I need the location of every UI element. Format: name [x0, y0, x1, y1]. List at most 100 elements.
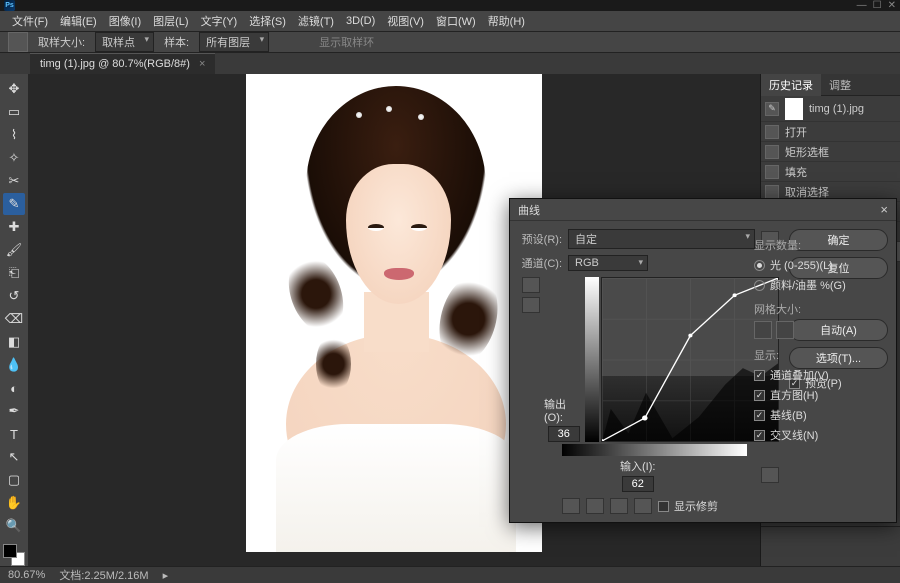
path-tool-icon[interactable]: ↖ — [3, 446, 25, 468]
channel-dropdown[interactable]: RGB — [568, 255, 648, 271]
history-step[interactable]: 填充 — [761, 162, 900, 182]
eraser-tool-icon[interactable]: ⌫ — [3, 308, 25, 330]
menu-select[interactable]: 选择(S) — [243, 11, 292, 31]
grid-4x4-icon[interactable] — [754, 321, 772, 339]
curve-draw-tool-icon[interactable] — [522, 297, 540, 313]
heal-tool-icon[interactable]: ✚ — [3, 216, 25, 238]
input-label: 输入(I): — [620, 458, 655, 474]
crop-tool-icon[interactable]: ✂ — [3, 170, 25, 192]
curve-point-tool-icon[interactable] — [522, 277, 540, 293]
menu-view[interactable]: 视图(V) — [381, 11, 430, 31]
brush-icon: ✎ — [765, 102, 779, 116]
foreground-color-swatch[interactable] — [3, 544, 17, 558]
black-point-eyedropper-icon[interactable] — [586, 498, 604, 514]
history-step[interactable]: 打开 — [761, 122, 900, 142]
eyedropper-tool-icon[interactable]: ✎ — [3, 193, 25, 215]
step-icon — [765, 165, 779, 179]
sample-label: 样本: — [164, 34, 189, 50]
history-tab[interactable]: 历史记录 — [761, 74, 821, 96]
preset-label: 预设(R): — [518, 231, 562, 247]
wand-tool-icon[interactable]: ✧ — [3, 147, 25, 169]
show-sampling-ring[interactable]: 显示取样环 — [319, 34, 374, 50]
zoom-tool-icon[interactable]: 🔍 — [3, 515, 25, 537]
tool-preset-icon[interactable] — [8, 32, 28, 52]
dodge-tool-icon[interactable]: ◐ — [3, 377, 25, 399]
app-logo: Ps — [4, 0, 15, 11]
menu-edit[interactable]: 编辑(E) — [54, 11, 103, 31]
display-amount-label: 显示数量: — [754, 237, 856, 253]
options-bar: 取样大小: 取样点 样本: 所有图层 显示取样环 — [0, 31, 900, 52]
menu-image[interactable]: 图像(I) — [103, 11, 147, 31]
preset-dropdown[interactable]: 自定 — [568, 229, 755, 249]
grid-size-label: 网格大小: — [754, 301, 856, 317]
doc-info: 文档:2.25M/2.16M — [59, 567, 148, 583]
status-caret-icon[interactable]: ▸ — [163, 569, 169, 582]
blur-tool-icon[interactable]: 💧 — [3, 354, 25, 376]
output-label: 输出(O): — [544, 396, 583, 424]
target-adjust-icon[interactable] — [562, 498, 580, 514]
close-icon[interactable]: × — [880, 202, 888, 217]
close-window-button[interactable]: ✕ — [888, 0, 896, 11]
menu-window[interactable]: 窗口(W) — [430, 11, 482, 31]
display-options-group: 显示数量: 光 (0-255)(L) 颜料/油墨 %(G) 网格大小: 显示: … — [750, 229, 860, 447]
marquee-tool-icon[interactable]: ▭ — [3, 101, 25, 123]
input-value[interactable]: 62 — [622, 476, 654, 492]
menu-3d[interactable]: 3D(D) — [340, 13, 381, 29]
channel-overlay-checkbox[interactable]: 通道叠加(V) — [754, 367, 856, 383]
grid-10x10-icon[interactable] — [776, 321, 794, 339]
light-radio[interactable]: 光 (0-255)(L) — [754, 257, 856, 273]
bottom-panel-collapsed[interactable] — [761, 526, 900, 566]
channel-label: 通道(C): — [518, 255, 562, 271]
stamp-tool-icon[interactable]: ⎗ — [3, 262, 25, 284]
move-tool-icon[interactable]: ✥ — [3, 78, 25, 100]
step-icon — [765, 185, 779, 199]
pigment-radio[interactable]: 颜料/油墨 %(G) — [754, 277, 856, 293]
document-tab[interactable]: timg (1).jpg @ 80.7%(RGB/8#) × — [30, 53, 215, 74]
step-icon — [765, 145, 779, 159]
menu-help[interactable]: 帮助(H) — [482, 11, 531, 31]
gradient-tool-icon[interactable]: ◧ — [3, 331, 25, 353]
lasso-tool-icon[interactable]: ⌇ — [3, 124, 25, 146]
dialog-titlebar[interactable]: 曲线 × — [510, 199, 896, 221]
show-label: 显示: — [754, 347, 856, 363]
title-bar: Ps — ☐ ✕ — [0, 0, 900, 11]
curves-dialog: 曲线 × 预设(R): 自定 通道(C): RGB 输出(O): — [509, 198, 897, 523]
type-tool-icon[interactable]: T — [3, 423, 25, 445]
output-value[interactable]: 36 — [548, 426, 580, 442]
image-content — [246, 74, 542, 552]
tools-panel: ✥ ▭ ⌇ ✧ ✂ ✎ ✚ 🖌 ⎗ ↺ ⌫ ◧ 💧 ◐ ✒ T ↖ ▢ ✋ 🔍 — [0, 74, 28, 566]
slider-handle-icon[interactable] — [761, 467, 779, 483]
show-clipping-checkbox[interactable]: 显示修剪 — [658, 498, 718, 514]
menu-layer[interactable]: 图层(L) — [147, 11, 194, 31]
history-brush-icon[interactable]: ↺ — [3, 285, 25, 307]
close-tab-icon[interactable]: × — [199, 58, 205, 70]
document-canvas[interactable] — [246, 74, 542, 552]
history-step[interactable]: 矩形选框 — [761, 142, 900, 162]
zoom-level[interactable]: 80.67% — [8, 569, 45, 581]
adjustments-tab[interactable]: 调整 — [821, 74, 859, 96]
step-icon — [765, 125, 779, 139]
menu-file[interactable]: 文件(F) — [6, 11, 54, 31]
maximize-button[interactable]: ☐ — [873, 0, 882, 11]
sample-dropdown[interactable]: 所有图层 — [199, 32, 269, 52]
sample-size-label: 取样大小: — [38, 34, 85, 50]
document-tabs: timg (1).jpg @ 80.7%(RGB/8#) × — [0, 52, 900, 74]
menu-type[interactable]: 文字(Y) — [195, 11, 244, 31]
sample-size-dropdown[interactable]: 取样点 — [95, 32, 154, 52]
histogram-checkbox[interactable]: 直方图(H) — [754, 387, 856, 403]
input-gradient — [562, 444, 747, 456]
gray-point-eyedropper-icon[interactable] — [610, 498, 628, 514]
intersection-checkbox[interactable]: 交叉线(N) — [754, 427, 856, 443]
hand-tool-icon[interactable]: ✋ — [3, 492, 25, 514]
white-point-eyedropper-icon[interactable] — [634, 498, 652, 514]
baseline-checkbox[interactable]: 基线(B) — [754, 407, 856, 423]
menu-filter[interactable]: 滤镜(T) — [292, 11, 340, 31]
brush-tool-icon[interactable]: 🖌 — [3, 239, 25, 261]
thumbnail-icon — [785, 98, 803, 120]
history-source-row[interactable]: ✎ timg (1).jpg — [761, 96, 900, 122]
status-bar: 80.67% 文档:2.25M/2.16M ▸ — [0, 566, 900, 583]
pen-tool-icon[interactable]: ✒ — [3, 400, 25, 422]
minimize-button[interactable]: — — [857, 0, 867, 11]
dialog-title: 曲线 — [518, 202, 540, 218]
shape-tool-icon[interactable]: ▢ — [3, 469, 25, 491]
